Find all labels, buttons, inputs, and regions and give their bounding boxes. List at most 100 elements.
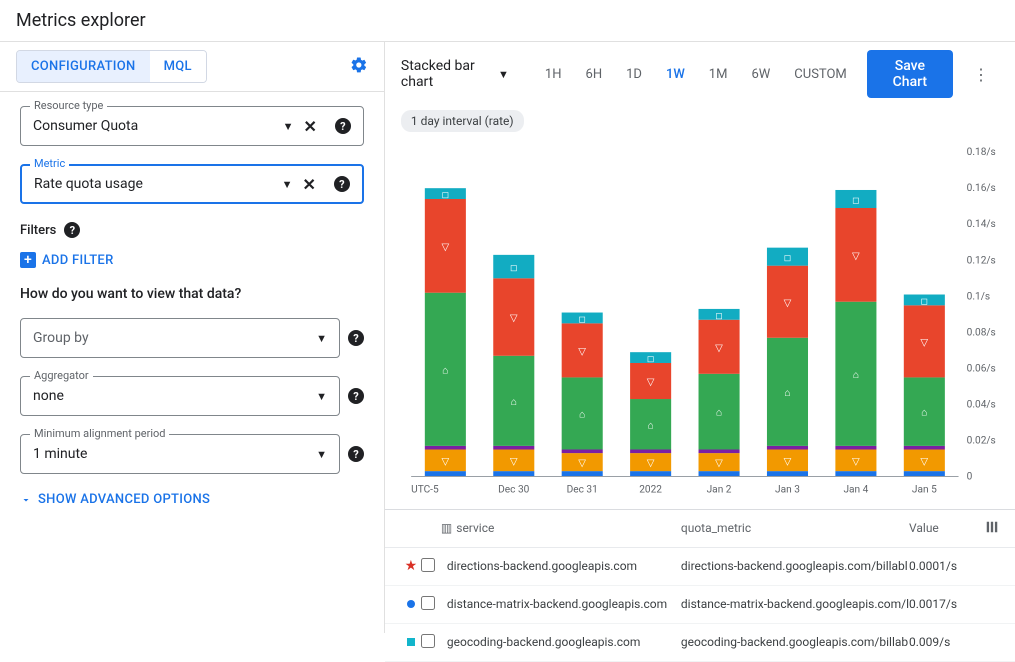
svg-text:◻: ◻ (441, 191, 449, 201)
resource-type-value: Consumer Quota (33, 118, 283, 134)
svg-text:0.18/s: 0.18/s (967, 147, 996, 158)
time-range-1m[interactable]: 1M (699, 61, 738, 88)
svg-text:▽: ▽ (510, 456, 518, 467)
help-icon[interactable]: ? (334, 176, 350, 192)
clear-icon[interactable]: ✕ (304, 117, 317, 136)
svg-text:▽: ▽ (920, 456, 928, 467)
svg-text:Jan 3: Jan 3 (775, 485, 800, 496)
chevron-down-icon: ▼ (498, 68, 509, 81)
clear-icon[interactable]: ✕ (303, 175, 316, 194)
svg-text:▽: ▽ (715, 343, 723, 354)
svg-text:▽: ▽ (647, 458, 655, 469)
time-range-1d[interactable]: 1D (616, 61, 652, 88)
aggregator-field[interactable]: Aggregator none ▼ ? (20, 376, 340, 416)
legend-checkbox[interactable] (421, 596, 435, 610)
save-chart-button[interactable]: Save Chart (867, 50, 953, 98)
filters-label: Filters ? (20, 222, 364, 238)
legend-checkbox[interactable] (421, 634, 435, 648)
gear-icon[interactable] (350, 56, 368, 78)
page-title: Metrics explorer (0, 0, 1015, 42)
tabs-row: CONFIGURATION MQL (0, 42, 384, 92)
legend-row[interactable]: ★directions-backend.googleapis.comdirect… (385, 548, 1015, 586)
help-icon[interactable]: ? (348, 388, 364, 404)
aggregator-value: none (33, 388, 316, 404)
group-by-field[interactable]: Group by ▼ ? (20, 318, 340, 358)
time-range-1w[interactable]: 1W (656, 61, 695, 88)
advanced-options-toggle[interactable]: SHOW ADVANCED OPTIONS (20, 492, 364, 507)
stacked-bar-chart: 00.02/s0.04/s0.06/s0.08/s0.1/s0.12/s0.14… (401, 140, 999, 509)
bar-segment (493, 471, 534, 476)
svg-text:Jan 4: Jan 4 (843, 485, 868, 496)
svg-text:◻: ◻ (784, 254, 792, 264)
help-icon[interactable]: ? (64, 222, 80, 238)
interval-chip: 1 day interval (rate) (401, 110, 524, 132)
legend-row[interactable]: geocoding-backend.googleapis.comgeocodin… (385, 624, 1015, 662)
svg-text:▽: ▽ (783, 456, 791, 467)
kebab-menu-icon[interactable]: ⋮ (963, 59, 999, 90)
bar-segment (562, 449, 603, 453)
svg-text:◻: ◻ (852, 196, 860, 206)
bar-segment (630, 449, 671, 453)
svg-text:▽: ▽ (852, 456, 860, 467)
svg-text:⌂: ⌂ (647, 420, 653, 431)
svg-text:▽: ▽ (510, 313, 518, 324)
legend-service: distance-matrix-backend.googleapis.com (441, 597, 681, 611)
legend-checkbox[interactable] (421, 558, 435, 572)
tab-group: CONFIGURATION MQL (16, 50, 207, 83)
svg-text:Dec 30: Dec 30 (498, 485, 530, 496)
chevron-down-icon[interactable]: ▼ (283, 120, 294, 133)
alignment-label: Minimum alignment period (30, 427, 169, 440)
chart-toolbar: Stacked bar chart ▼ 1H6H1D1W1M6WCUSTOM S… (385, 42, 1015, 106)
svg-text:◻: ◻ (578, 315, 586, 325)
time-range-6w[interactable]: 6W (741, 61, 780, 88)
plus-icon: + (20, 252, 36, 268)
svg-text:▽: ▽ (578, 458, 586, 469)
svg-text:⌂: ⌂ (784, 388, 790, 399)
chart-type-dropdown[interactable]: Stacked bar chart ▼ (401, 58, 509, 90)
metric-value: Rate quota usage (34, 176, 282, 192)
bar-segment (425, 446, 466, 450)
bar-segment (767, 471, 808, 476)
chevron-down-icon[interactable]: ▼ (282, 178, 293, 191)
tab-configuration[interactable]: CONFIGURATION (17, 51, 150, 82)
time-range-custom[interactable]: CUSTOM (784, 61, 856, 88)
bar-segment (493, 446, 534, 450)
svg-text:Jan 5: Jan 5 (912, 485, 937, 496)
svg-text:UTC-5: UTC-5 (411, 485, 439, 496)
legend-row[interactable]: distance-matrix-backend.googleapis.comdi… (385, 586, 1015, 624)
alignment-field[interactable]: Minimum alignment period 1 minute ▼ ? (20, 434, 340, 474)
svg-text:◻: ◻ (647, 355, 655, 365)
bar-segment (835, 446, 876, 450)
chevron-down-icon[interactable]: ▼ (316, 390, 327, 403)
svg-text:0.1/s: 0.1/s (967, 291, 990, 302)
help-icon[interactable]: ? (335, 118, 351, 134)
columns-config-icon[interactable] (979, 520, 999, 537)
chart-area[interactable]: 00.02/s0.04/s0.06/s0.08/s0.1/s0.12/s0.14… (385, 140, 1015, 509)
svg-text:▽: ▽ (783, 298, 791, 309)
chevron-down-icon (20, 494, 32, 506)
svg-text:▽: ▽ (441, 456, 449, 467)
chevron-down-icon[interactable]: ▼ (316, 448, 327, 461)
bar-segment (767, 446, 808, 450)
bar-segment (904, 471, 945, 476)
metric-field[interactable]: Metric Rate quota usage ▼ ✕ ? (20, 164, 364, 204)
svg-text:◻: ◻ (510, 264, 518, 274)
square-icon (407, 638, 415, 646)
svg-text:0.16/s: 0.16/s (967, 183, 996, 194)
interval-row: 1 day interval (rate) (385, 106, 1015, 140)
time-range-6h[interactable]: 6H (576, 61, 613, 88)
tab-mql[interactable]: MQL (150, 51, 206, 82)
resource-type-field[interactable]: Resource type Consumer Quota ▼ ✕ ? (20, 106, 364, 146)
help-icon[interactable]: ? (348, 446, 364, 462)
legend-quota-metric: distance-matrix-backend.googleapis.com/l (681, 597, 909, 611)
chevron-down-icon[interactable]: ▼ (316, 332, 327, 345)
help-icon[interactable]: ? (348, 330, 364, 346)
legend-quota-metric: geocoding-backend.googleapis.com/billab (681, 635, 909, 649)
svg-text:0.06/s: 0.06/s (967, 363, 996, 374)
svg-text:▽: ▽ (578, 346, 586, 357)
bar-segment (835, 471, 876, 476)
time-range-1h[interactable]: 1H (535, 61, 572, 88)
svg-text:2022: 2022 (639, 485, 662, 496)
add-filter-button[interactable]: + ADD FILTER (20, 252, 364, 268)
bar-segment (904, 446, 945, 450)
